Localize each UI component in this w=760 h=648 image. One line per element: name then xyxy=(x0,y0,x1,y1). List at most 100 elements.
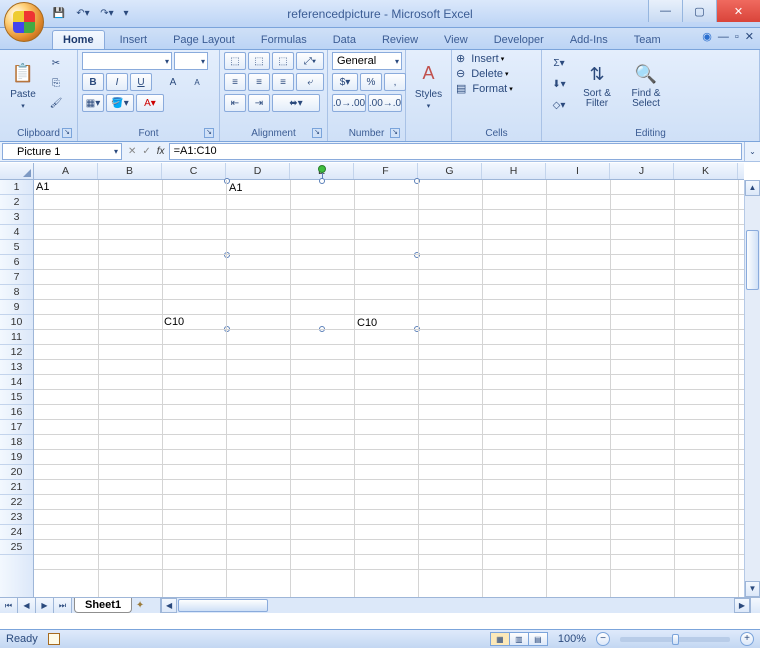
font-name-combo[interactable] xyxy=(82,52,172,70)
fill-color-button[interactable]: 🪣▾ xyxy=(106,94,134,112)
normal-view-icon[interactable]: ▦ xyxy=(490,632,510,646)
align-center-icon[interactable]: ≡ xyxy=(248,73,270,91)
row-header-12[interactable]: 12 xyxy=(0,345,33,360)
font-color-button[interactable]: A▾ xyxy=(136,94,164,112)
col-header-D[interactable]: D xyxy=(226,163,290,179)
row-header-11[interactable]: 11 xyxy=(0,330,33,345)
qat-save-icon[interactable]: 💾 xyxy=(48,3,70,25)
zoom-slider[interactable] xyxy=(620,637,730,642)
row-header-6[interactable]: 6 xyxy=(0,255,33,270)
minimize-ribbon-icon[interactable]: — xyxy=(718,31,729,43)
prev-sheet-icon[interactable]: ◀ xyxy=(18,598,36,613)
border-button[interactable]: ▦▾ xyxy=(82,94,104,112)
row-header-16[interactable]: 16 xyxy=(0,405,33,420)
first-sheet-icon[interactable]: ⏮ xyxy=(0,598,18,613)
office-button[interactable] xyxy=(4,2,44,42)
increase-indent-icon[interactable]: ⇥ xyxy=(248,94,270,112)
column-headers[interactable]: ABCDEFGHIJK xyxy=(34,163,744,180)
currency-icon[interactable]: $▾ xyxy=(332,73,358,91)
tab-developer[interactable]: Developer xyxy=(483,30,555,49)
name-box[interactable]: Picture 1 xyxy=(2,143,122,160)
row-header-1[interactable]: 1 xyxy=(0,180,33,195)
decrease-decimal-icon[interactable]: .00→.0 xyxy=(368,94,402,112)
percent-icon[interactable]: % xyxy=(360,73,382,91)
row-header-22[interactable]: 22 xyxy=(0,495,33,510)
cancel-formula-icon[interactable]: ✕ xyxy=(128,146,136,157)
row-header-3[interactable]: 3 xyxy=(0,210,33,225)
col-header-H[interactable]: H xyxy=(482,163,546,179)
help-icon[interactable]: ◉ xyxy=(702,30,712,43)
row-header-21[interactable]: 21 xyxy=(0,480,33,495)
row-header-9[interactable]: 9 xyxy=(0,300,33,315)
row-header-25[interactable]: 25 xyxy=(0,540,33,555)
delete-cells-button[interactable]: Delete xyxy=(467,68,503,80)
col-header-A[interactable]: A xyxy=(34,163,98,179)
row-header-19[interactable]: 19 xyxy=(0,450,33,465)
row-header-20[interactable]: 20 xyxy=(0,465,33,480)
clipboard-launcher-icon[interactable]: ↘ xyxy=(62,128,72,138)
autosum-icon[interactable]: Σ▾ xyxy=(546,54,572,72)
row-header-2[interactable]: 2 xyxy=(0,195,33,210)
number-format-combo[interactable]: General xyxy=(332,52,402,70)
align-left-icon[interactable]: ≡ xyxy=(224,73,246,91)
wrap-text-icon[interactable]: ⤶ xyxy=(296,73,324,91)
row-header-24[interactable]: 24 xyxy=(0,525,33,540)
alignment-launcher-icon[interactable]: ↘ xyxy=(312,128,322,138)
find-select-button[interactable]: 🔍 Find & Select xyxy=(622,52,670,118)
zoom-out-icon[interactable]: − xyxy=(596,632,610,646)
increase-decimal-icon[interactable]: .0→.00 xyxy=(332,94,366,112)
italic-button[interactable]: I xyxy=(106,73,128,91)
select-all-button[interactable] xyxy=(0,163,34,180)
tab-insert[interactable]: Insert xyxy=(109,30,159,49)
tab-formulas[interactable]: Formulas xyxy=(250,30,318,49)
row-header-14[interactable]: 14 xyxy=(0,375,33,390)
next-sheet-icon[interactable]: ▶ xyxy=(36,598,54,613)
cut-icon[interactable]: ✂ xyxy=(45,54,67,72)
orientation-icon[interactable]: ⤢▾ xyxy=(296,52,324,70)
align-bottom-icon[interactable]: ⬚ xyxy=(272,52,294,70)
col-header-C[interactable]: C xyxy=(162,163,226,179)
sheet-tab-1[interactable]: Sheet1 xyxy=(74,598,132,613)
clear-icon[interactable]: ◇▾ xyxy=(546,96,572,114)
formula-input[interactable]: =A1:C10 xyxy=(169,143,742,160)
format-cells-button[interactable]: Format xyxy=(468,83,507,95)
expand-formula-bar-icon[interactable]: ⌄ xyxy=(744,142,760,161)
zoom-in-icon[interactable]: + xyxy=(740,632,754,646)
horizontal-scrollbar[interactable]: ◀ ▶ xyxy=(160,598,750,613)
row-headers[interactable]: 1234567891011121314151617181920212223242… xyxy=(0,180,34,597)
row-header-8[interactable]: 8 xyxy=(0,285,33,300)
picture-rotation-handle[interactable] xyxy=(318,165,326,173)
tab-home[interactable]: Home xyxy=(52,30,105,49)
col-header-I[interactable]: I xyxy=(546,163,610,179)
align-middle-icon[interactable]: ⬚ xyxy=(248,52,270,70)
align-right-icon[interactable]: ≡ xyxy=(272,73,294,91)
comma-icon[interactable]: , xyxy=(384,73,406,91)
col-header-G[interactable]: G xyxy=(418,163,482,179)
split-box[interactable] xyxy=(750,598,760,613)
row-header-17[interactable]: 17 xyxy=(0,420,33,435)
col-header-F[interactable]: F xyxy=(354,163,418,179)
col-header-B[interactable]: B xyxy=(98,163,162,179)
row-header-23[interactable]: 23 xyxy=(0,510,33,525)
scroll-left-icon[interactable]: ◀ xyxy=(161,598,177,613)
qat-undo-icon[interactable]: ↶▾ xyxy=(72,3,94,25)
fill-icon[interactable]: ⬇▾ xyxy=(546,75,572,93)
bold-button[interactable]: B xyxy=(82,73,104,91)
vscroll-thumb[interactable] xyxy=(746,230,759,290)
zoom-thumb[interactable] xyxy=(672,634,679,645)
align-top-icon[interactable]: ⬚ xyxy=(224,52,246,70)
font-launcher-icon[interactable]: ↘ xyxy=(204,128,214,138)
copy-icon[interactable]: ⎘ xyxy=(45,74,67,92)
format-painter-icon[interactable]: 🖌 xyxy=(45,94,67,112)
row-header-18[interactable]: 18 xyxy=(0,435,33,450)
qat-redo-icon[interactable]: ↷▾ xyxy=(96,3,118,25)
last-sheet-icon[interactable]: ⏭ xyxy=(54,598,72,613)
tab-team[interactable]: Team xyxy=(623,30,672,49)
macro-record-icon[interactable] xyxy=(48,633,60,645)
hscroll-thumb[interactable] xyxy=(178,599,268,612)
underline-button[interactable]: U xyxy=(130,73,152,91)
merge-center-icon[interactable]: ⬌▾ xyxy=(272,94,320,112)
col-header-J[interactable]: J xyxy=(610,163,674,179)
sort-filter-button[interactable]: ⇅ Sort & Filter xyxy=(575,52,619,118)
scroll-down-icon[interactable]: ▼ xyxy=(745,581,760,597)
